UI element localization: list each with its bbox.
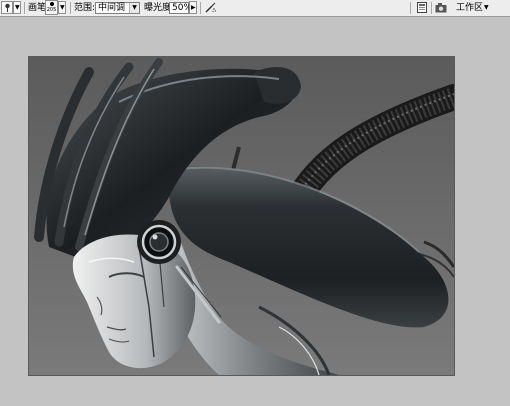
robot-artwork (29, 57, 454, 375)
chevron-down-icon: ▼ (129, 3, 139, 13)
exposure-slider-button[interactable]: ▶ (189, 1, 197, 14)
dodge-tool-icon (4, 3, 11, 15)
workspace-label: 工作区 (456, 3, 484, 13)
tool-preset-dropdown[interactable]: ▼ (13, 1, 21, 14)
brush-size-value: 205 (46, 7, 57, 13)
toolbar-divider (70, 2, 71, 14)
palette-well-button[interactable] (417, 2, 427, 13)
workspace-menu[interactable]: 工作区 ▼ (452, 1, 492, 15)
chevron-down-icon: ▼ (15, 4, 20, 11)
chevron-down-icon: ▼ (60, 4, 65, 11)
airbrush-button[interactable] (204, 1, 217, 14)
palette-well-icon (417, 2, 427, 16)
toolbar-divider (200, 2, 201, 14)
toolbar-divider (431, 2, 432, 14)
toolbar-divider (24, 2, 25, 14)
range-select[interactable]: 中间调 ▼ (95, 2, 140, 14)
range-label: 范围: (74, 3, 96, 13)
toolbar-divider (410, 2, 411, 14)
range-select-value: 中间调 (98, 3, 126, 13)
tool-preset-picker[interactable] (1, 1, 13, 14)
workspace-camera-button[interactable] (435, 2, 447, 13)
chevron-down-icon: ▼ (484, 4, 489, 11)
document-canvas[interactable] (28, 56, 455, 376)
airbrush-icon (204, 2, 217, 17)
ear-sensor (137, 220, 181, 264)
brush-picker[interactable]: 205 (45, 0, 58, 15)
brush-dot-icon (50, 2, 54, 6)
workspace-camera-icon (435, 3, 447, 16)
brush-picker-dropdown[interactable]: ▼ (58, 1, 66, 14)
exposure-input[interactable]: 50% (169, 2, 192, 14)
options-bar: ▼ 画笔: 205 ▼ 范围: 中间调 ▼ 曝光度: 50% ▶ 工作区 ▼ (0, 0, 510, 17)
chevron-right-icon: ▶ (191, 4, 196, 11)
